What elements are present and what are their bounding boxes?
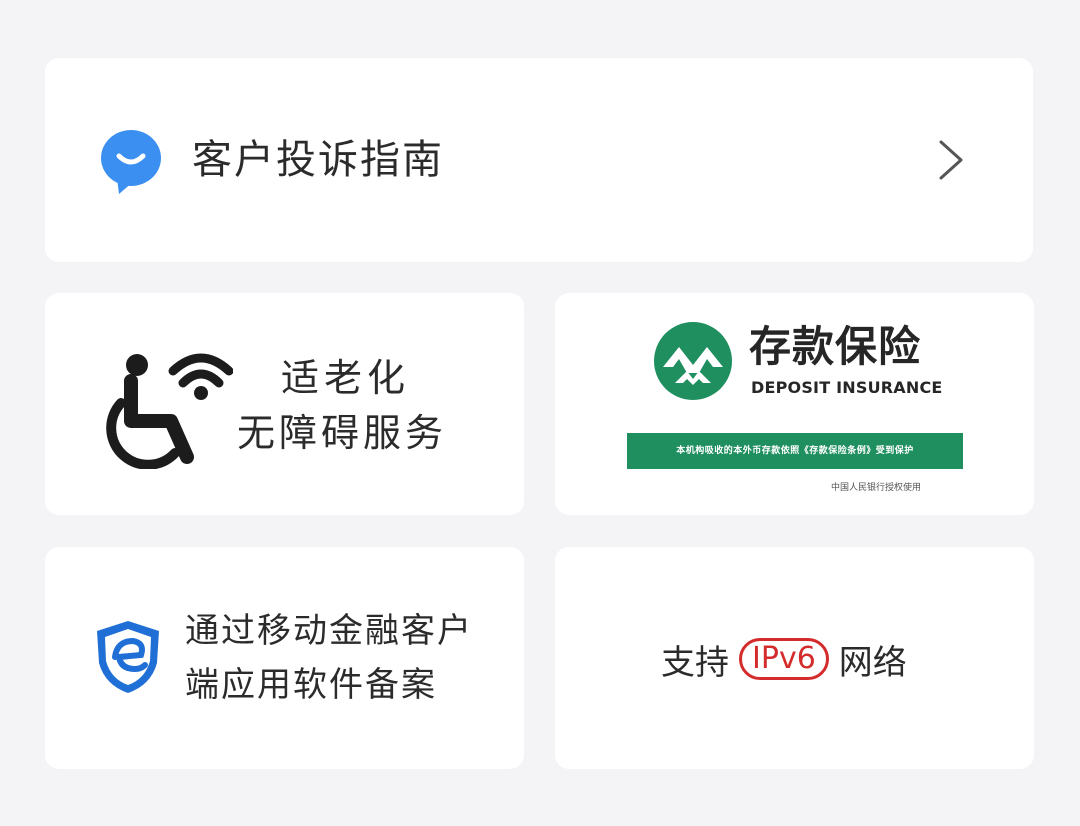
shield-e-icon	[97, 621, 159, 693]
ipv6-suffix: 网络	[838, 642, 907, 683]
accessibility-line1: 适老化	[281, 356, 411, 400]
deposit-insurance-card[interactable]: 存款保险 DEPOSIT INSURANCE 本机构吸收的本外币存款依照《存款保…	[555, 293, 1034, 515]
deposit-insurance-note: 中国人民银行授权使用	[831, 483, 922, 493]
chat-smile-icon	[101, 130, 161, 194]
deposit-insurance-banner: 本机构吸收的本外币存款依照《存款保险条例》受到保护	[627, 433, 963, 469]
app-filing-line2: 端应用软件备案	[185, 665, 437, 705]
accessibility-service-card[interactable]: 适老化 无障碍服务	[45, 293, 524, 515]
deposit-insurance-title-cn: 存款保险	[749, 322, 922, 371]
deposit-insurance-logo-icon	[654, 322, 732, 400]
wheelchair-wifi-icon	[106, 353, 233, 469]
ipv6-prefix: 支持	[661, 642, 729, 683]
chevron-right-icon	[939, 140, 963, 180]
ipv6-support-row: 支持 IPv6 网络	[661, 635, 907, 683]
app-filing-line1: 通过移动金融客户	[185, 611, 473, 651]
accessibility-line2: 无障碍服务	[237, 411, 448, 455]
ipv6-badge: IPv6	[739, 638, 829, 680]
complaint-guide-label: 客户投诉指南	[192, 137, 444, 183]
app-filing-card[interactable]: 通过移动金融客户 端应用软件备案	[45, 547, 524, 769]
deposit-insurance-title-en: DEPOSIT INSURANCE	[751, 378, 943, 397]
complaint-guide-card[interactable]: 客户投诉指南	[45, 58, 1033, 262]
ipv6-support-card[interactable]: 支持 IPv6 网络	[555, 547, 1034, 769]
